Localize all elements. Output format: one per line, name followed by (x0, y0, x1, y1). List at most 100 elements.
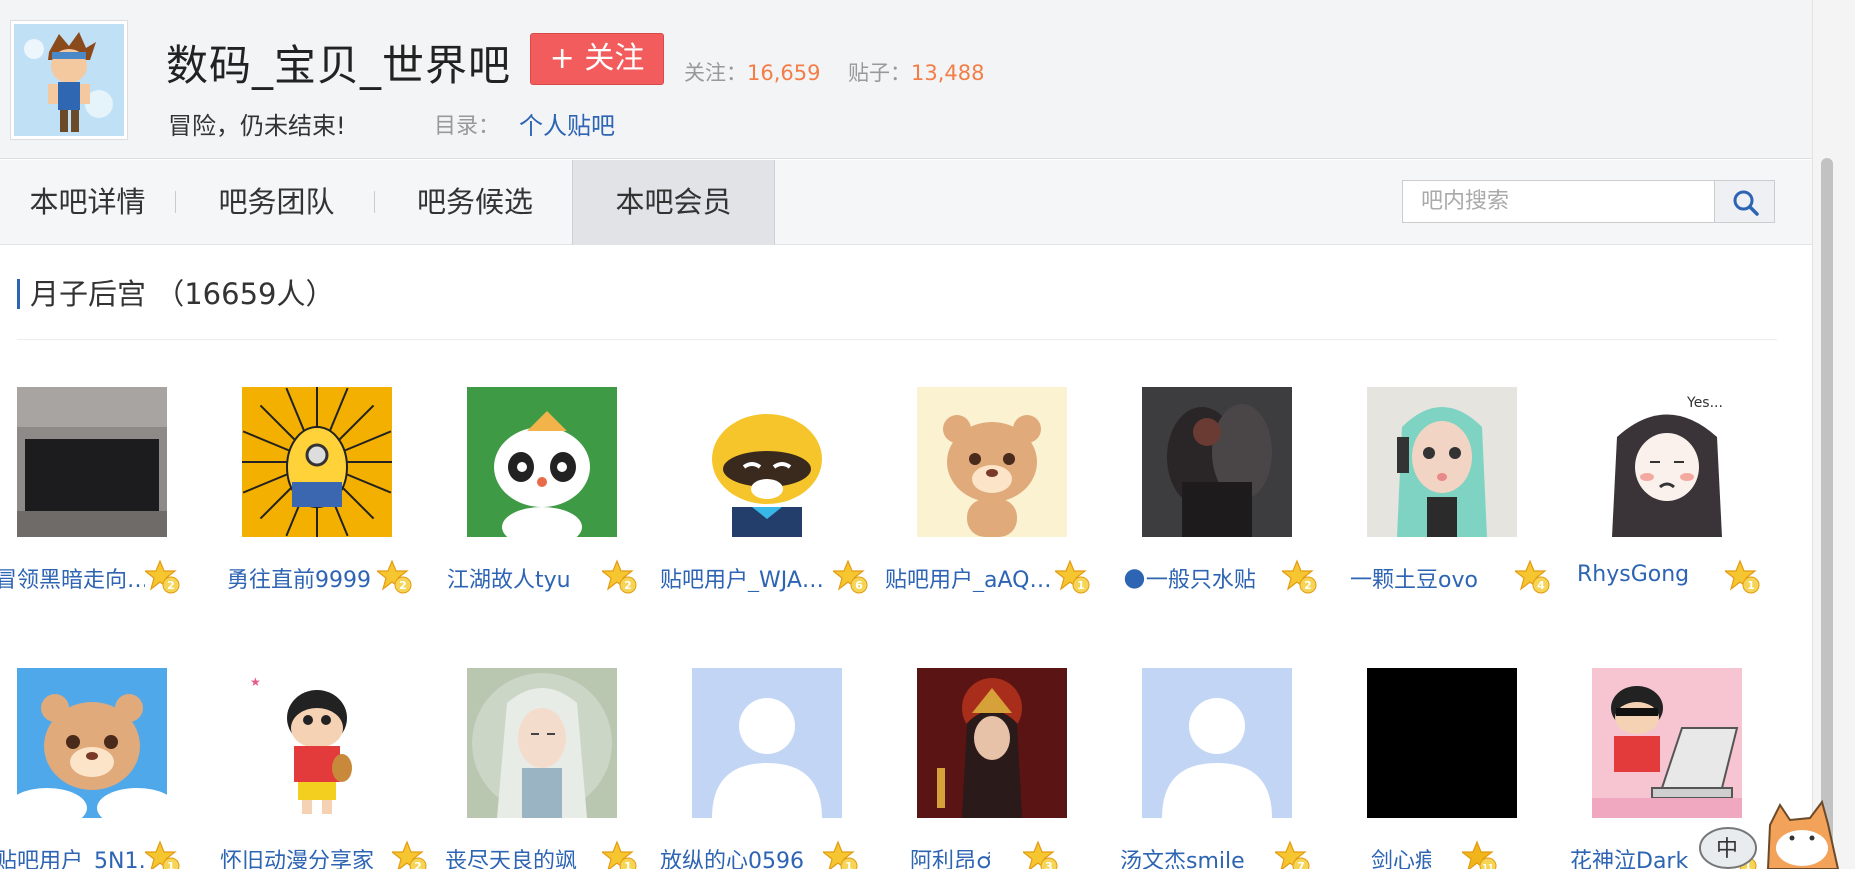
member-avatar[interactable] (1142, 387, 1292, 537)
member-level-badge-icon[interactable]: 1 (602, 840, 638, 869)
member-avatar-image (467, 668, 617, 818)
badge-level-text: 1 (1077, 579, 1085, 592)
member-name[interactable]: 花神泣Dark (1570, 843, 1700, 869)
badge-level-text: 6 (855, 579, 863, 592)
member-card[interactable]: 放纵的心0596 1 (660, 668, 900, 869)
posts-label: 贴子： (848, 61, 911, 85)
member-avatar[interactable] (467, 387, 617, 537)
member-name[interactable]: 汤文杰smile (1120, 843, 1270, 869)
page-scrollbar[interactable] (1812, 0, 1855, 869)
badge-level-text: 1 (1747, 579, 1755, 592)
tab-admin-candidates[interactable]: 吧务候选 (380, 160, 570, 245)
member-level-badge-icon[interactable]: 1 (145, 840, 181, 869)
posts-count: 13,488 (911, 61, 985, 85)
svg-text:Yes...: Yes... (1686, 395, 1723, 411)
followers-label: 关注： (684, 61, 747, 85)
member-name[interactable]: 勇往直前9999 (227, 562, 377, 592)
member-level-badge-icon[interactable]: 11 (1462, 840, 1498, 869)
badge-level-text: 4 (1537, 579, 1545, 592)
member-level-badge-icon[interactable]: 7 (1275, 840, 1311, 869)
member-level-badge-icon[interactable]: 2 (145, 559, 181, 595)
scrollbar-thumb[interactable] (1821, 158, 1833, 858)
tab-separator (374, 191, 375, 213)
member-level-badge-icon[interactable]: 2 (602, 559, 638, 595)
member-name[interactable]: 一颗土豆ovo (1350, 562, 1500, 592)
tab-forum-details[interactable]: 本吧详情 (0, 160, 175, 245)
follow-button[interactable]: + 关注 (530, 33, 664, 85)
directory-link[interactable]: 个人贴吧 (519, 106, 615, 141)
member-avatar-image (692, 668, 842, 818)
member-level-badge-icon[interactable]: 4 (1515, 559, 1551, 595)
member-name[interactable]: 阿利昂♂ (910, 843, 990, 869)
tab-admin-team[interactable]: 吧务团队 (185, 160, 368, 245)
member-avatar-image (17, 387, 167, 537)
member-name[interactable]: 江湖故人tyu (447, 562, 597, 592)
badge-level-text: 2 (414, 860, 422, 869)
member-avatar[interactable] (692, 387, 842, 537)
member-avatar[interactable]: Yes... (1592, 387, 1742, 537)
member-name[interactable]: RhysGong (1577, 562, 1727, 592)
member-avatar[interactable]: ★ (242, 668, 392, 818)
member-card[interactable]: 江湖故人tyu 2 (447, 387, 675, 627)
tab-members[interactable]: 本吧会员 (572, 160, 775, 245)
member-avatar[interactable] (917, 668, 1067, 818)
member-avatar-image (1142, 387, 1292, 537)
mascot-widget[interactable]: 中 (1698, 790, 1848, 869)
member-name[interactable]: 冒领黑暗走向… (0, 562, 145, 592)
member-card[interactable]: 勇往直前9999 2 (225, 387, 450, 627)
forum-slogan: 冒险，仍未结束! (168, 112, 346, 140)
member-level-badge-icon[interactable]: 2 (392, 840, 428, 869)
member-card[interactable]: 一颗土豆ovo 4 (1350, 387, 1575, 627)
member-card[interactable]: 贴吧用户_WJA… 6 (660, 387, 900, 627)
member-name[interactable]: 贴吧用户_WJA… (660, 562, 830, 592)
member-name[interactable]: 🌑一般只水贴 (1123, 562, 1273, 592)
badge-level-text: 7 (1297, 860, 1305, 869)
member-avatar[interactable] (1367, 668, 1517, 818)
member-level-badge-icon[interactable]: 2 (1282, 559, 1318, 595)
member-name[interactable]: 丧尽天良的飒 (445, 843, 595, 869)
member-card[interactable]: 丧尽天良的飒 1 (445, 668, 675, 869)
member-card[interactable]: 汤文杰smile 7 (1120, 668, 1350, 869)
member-avatar[interactable] (917, 387, 1067, 537)
member-level-badge-icon[interactable]: 1 (823, 840, 859, 869)
member-avatar[interactable] (1142, 668, 1292, 818)
badge-level-text: 1 (624, 860, 632, 869)
member-avatar[interactable] (467, 668, 617, 818)
member-avatar-image (242, 387, 392, 537)
badge-level-text: 2 (167, 579, 175, 592)
member-level-badge-icon[interactable]: 3 (1023, 840, 1059, 869)
member-avatar-image (17, 668, 167, 818)
member-level-badge-icon[interactable]: 6 (833, 559, 869, 595)
member-avatar[interactable] (1367, 387, 1517, 537)
badge-level-text: 1 (845, 860, 853, 869)
member-name[interactable]: 放纵的心0596 (660, 843, 810, 869)
member-name[interactable]: 贴吧用户_5N1… (0, 843, 145, 869)
member-avatar-image (1367, 387, 1517, 537)
member-avatar[interactable] (17, 387, 167, 537)
member-card[interactable]: 贴吧用户_5N1… 1 (0, 668, 225, 869)
forum-logo[interactable] (10, 20, 128, 140)
search-button[interactable] (1714, 180, 1775, 223)
member-name[interactable]: 剑心痕 (1371, 843, 1431, 869)
forum-search-input[interactable] (1402, 180, 1716, 223)
member-avatar-image (917, 668, 1067, 818)
member-avatar[interactable] (692, 668, 842, 818)
member-card[interactable]: ★ 怀旧动漫分享家 2 (220, 668, 450, 869)
member-card[interactable]: 阿利昂♂ 3 (900, 668, 1125, 869)
member-avatar[interactable] (17, 668, 167, 818)
member-card[interactable]: 剑心痕 11 (1350, 668, 1575, 869)
mascot-cat-icon: 中 (1699, 799, 1840, 869)
member-name[interactable]: 贴吧用户_aAQ… (885, 562, 1055, 592)
search-icon (1733, 190, 1759, 216)
member-level-badge-icon[interactable]: 2 (377, 559, 413, 595)
member-card[interactable]: 贴吧用户_aAQ… 1 (885, 387, 1125, 627)
member-level-badge-icon[interactable]: 1 (1055, 559, 1091, 595)
member-level-badge-icon[interactable]: 1 (1725, 559, 1761, 595)
member-name[interactable]: 怀旧动漫分享家 (220, 843, 390, 869)
member-avatar-image: ★ (242, 668, 392, 818)
member-avatar[interactable] (242, 387, 392, 537)
badge-level-text: 2 (624, 579, 632, 592)
member-card[interactable]: Yes... RhysGong 1 (1575, 387, 1800, 627)
member-card[interactable]: 🌑一般只水贴 2 (1123, 387, 1350, 627)
member-card[interactable]: 冒领黑暗走向… 2 (0, 387, 225, 627)
